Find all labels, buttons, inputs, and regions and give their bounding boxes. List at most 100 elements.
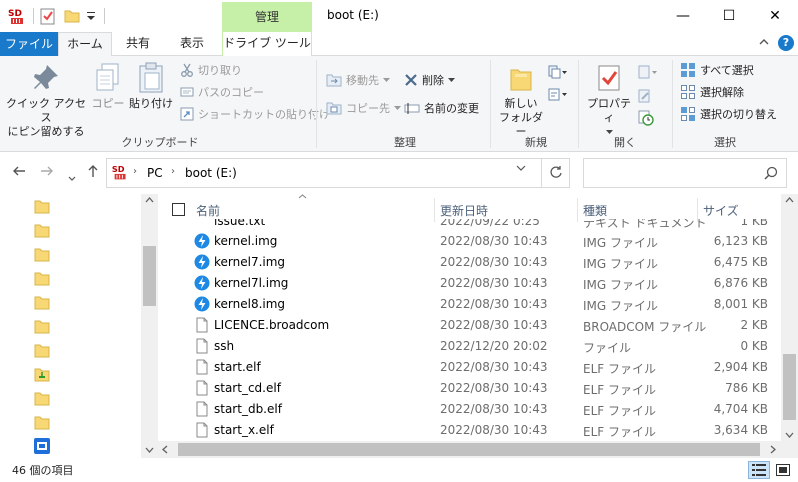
breadcrumb-separator-icon[interactable]: ›: [133, 166, 137, 177]
large-icons-view-button[interactable]: [772, 461, 794, 479]
column-header-size[interactable]: サイズ: [703, 202, 739, 219]
delete-button[interactable]: 削除: [404, 70, 455, 90]
forward-arrow-icon[interactable]: [40, 164, 54, 182]
delete-label: 削除: [422, 74, 444, 87]
table-row[interactable]: start_cd.elf 2022/08/30 10:43 ELF ファイル 786 …: [158, 377, 780, 398]
address-history-chevron-icon[interactable]: [516, 164, 526, 175]
table-row[interactable]: start_db.elf 2022/08/30 10:43 ELF ファイル 4,70…: [158, 398, 780, 419]
cut-button[interactable]: 切り取り: [180, 60, 242, 80]
folder-icon[interactable]: [34, 248, 50, 262]
minimize-icon: —: [676, 8, 690, 24]
select-group-label: 選択: [714, 136, 736, 149]
maximize-button[interactable]: ☐: [706, 0, 752, 32]
copy-to-dropdown-icon: [394, 105, 401, 110]
navigation-pane-scrollbar[interactable]: [141, 194, 158, 458]
history-button[interactable]: [638, 108, 654, 128]
tab-share[interactable]: 共有: [114, 32, 162, 56]
file-icon: [194, 401, 210, 417]
close-button[interactable]: ✕: [752, 0, 798, 32]
recent-locations-chevron-icon[interactable]: [68, 168, 76, 186]
file-list-horizontal-scrollbar[interactable]: [158, 441, 781, 458]
customize-quick-access-icon[interactable]: [86, 6, 96, 26]
tab-drive-tools[interactable]: ドライブ ツール: [222, 32, 312, 56]
scroll-up-chevron-icon[interactable]: [785, 196, 794, 205]
table-row[interactable]: start_x.elf 2022/08/30 10:43 ELF ファイル 3,634…: [158, 419, 780, 440]
scroll-left-chevron-icon[interactable]: [162, 445, 168, 456]
breadcrumb-separator-icon[interactable]: ›: [171, 166, 175, 177]
properties-quick-icon[interactable]: [40, 6, 58, 26]
file-date: 2022/08/30 10:43: [440, 360, 548, 374]
sd-drive-icon[interactable]: SD: [6, 6, 28, 26]
search-box[interactable]: [583, 158, 787, 188]
file-list-scrollbar[interactable]: [781, 194, 798, 442]
folder-icon[interactable]: [34, 272, 50, 286]
tab-file[interactable]: ファイル: [0, 32, 58, 56]
details-view-button[interactable]: [748, 461, 770, 479]
invert-selection-button[interactable]: 選択の切り替え: [680, 104, 777, 124]
breadcrumb-boot-drive[interactable]: boot (E:): [185, 166, 237, 180]
table-row[interactable]: LICENCE.broadcom 2022/08/30 10:43 BROADCOM…: [158, 314, 780, 335]
properties-button[interactable]: プロパティ: [584, 62, 634, 139]
minimize-button[interactable]: —: [660, 0, 706, 32]
address-bar[interactable]: SD › PC › boot (E:): [106, 158, 570, 188]
app-shortcut-icon[interactable]: [34, 438, 50, 454]
item-count: 46 個の項目: [12, 464, 74, 477]
paste-button[interactable]: 貼り付け: [128, 62, 174, 111]
folder-icon[interactable]: [34, 416, 50, 430]
scroll-right-chevron-icon[interactable]: [770, 445, 776, 456]
column-divider[interactable]: [434, 198, 435, 222]
download-folder-icon[interactable]: [34, 368, 50, 382]
scroll-up-chevron-icon[interactable]: [145, 196, 154, 205]
table-row[interactable]: kernel7l.img 2022/08/30 10:43 IMG ファイル 6,87…: [158, 272, 780, 293]
scroll-down-chevron-icon[interactable]: [145, 446, 154, 455]
select-none-button[interactable]: 選択解除: [680, 82, 744, 102]
move-to-button[interactable]: 移動先: [326, 70, 390, 90]
pin-quick-access-button[interactable]: クイック アクセス にピン留めする: [6, 62, 86, 139]
easy-access-button[interactable]: [548, 84, 568, 104]
table-row[interactable]: ssh 2022/12/20 20:02 ファイル 0 KB: [158, 335, 780, 356]
file-icon: [194, 380, 210, 396]
tab-home[interactable]: ホーム: [58, 32, 112, 57]
table-row[interactable]: kernel.img 2022/08/30 10:43 IMG ファイル 6,123 …: [158, 230, 780, 251]
select-all-checkbox[interactable]: [172, 203, 185, 216]
table-row[interactable]: kernel8.img 2022/08/30 10:43 IMG ファイル 8,001…: [158, 293, 780, 314]
clipboard-group-label: クリップボード: [121, 136, 199, 149]
file-list-scroll-thumb[interactable]: [783, 354, 796, 420]
up-arrow-icon[interactable]: [86, 164, 100, 182]
folder-icon[interactable]: [34, 320, 50, 334]
copy-to-button[interactable]: コピー先: [326, 98, 401, 118]
new-folder-button[interactable]: 新しい フォルダー: [494, 62, 548, 139]
new-item-button[interactable]: [548, 62, 568, 82]
select-all-button[interactable]: すべて選択: [680, 60, 754, 80]
column-header-type[interactable]: 種類: [583, 202, 607, 219]
navigation-pane-scroll-thumb[interactable]: [143, 246, 156, 306]
rename-button[interactable]: 名前の変更: [404, 98, 479, 118]
breadcrumb-pc[interactable]: PC: [147, 166, 163, 180]
scroll-down-chevron-icon[interactable]: [785, 431, 794, 440]
folder-icon[interactable]: [34, 200, 50, 214]
new-folder-quick-icon[interactable]: [64, 6, 82, 26]
column-header-date[interactable]: 更新日時: [440, 202, 488, 219]
sd-drive-icon: SD: [112, 164, 126, 180]
folder-icon[interactable]: [34, 344, 50, 358]
edit-button[interactable]: [638, 86, 652, 106]
table-row[interactable]: start.elf 2022/08/30 10:43 ELF ファイル 2,904 K…: [158, 356, 780, 377]
table-row[interactable]: kernel7.img 2022/08/30 10:43 IMG ファイル 6,475…: [158, 251, 780, 272]
copy-button[interactable]: コピー: [90, 62, 126, 111]
file-size: 2,904 KB: [713, 360, 768, 374]
paste-shortcut-button[interactable]: ショートカットの貼り付け: [180, 104, 330, 124]
folder-icon[interactable]: [34, 224, 50, 238]
ribbon-collapse-chevron-icon[interactable]: [758, 36, 770, 51]
folder-icon[interactable]: [34, 296, 50, 310]
column-header-name[interactable]: 名前: [196, 202, 220, 219]
open-button[interactable]: [638, 62, 658, 82]
column-divider[interactable]: [577, 198, 578, 222]
column-divider[interactable]: [697, 198, 698, 222]
horizontal-scroll-thumb[interactable]: [178, 443, 760, 456]
copy-path-button[interactable]: パスのコピー: [180, 82, 264, 102]
tab-view[interactable]: 表示: [166, 32, 218, 56]
refresh-button[interactable]: [541, 158, 570, 188]
folder-icon[interactable]: [34, 392, 50, 406]
back-arrow-icon[interactable]: [12, 164, 26, 182]
help-icon[interactable]: ?: [778, 35, 794, 51]
